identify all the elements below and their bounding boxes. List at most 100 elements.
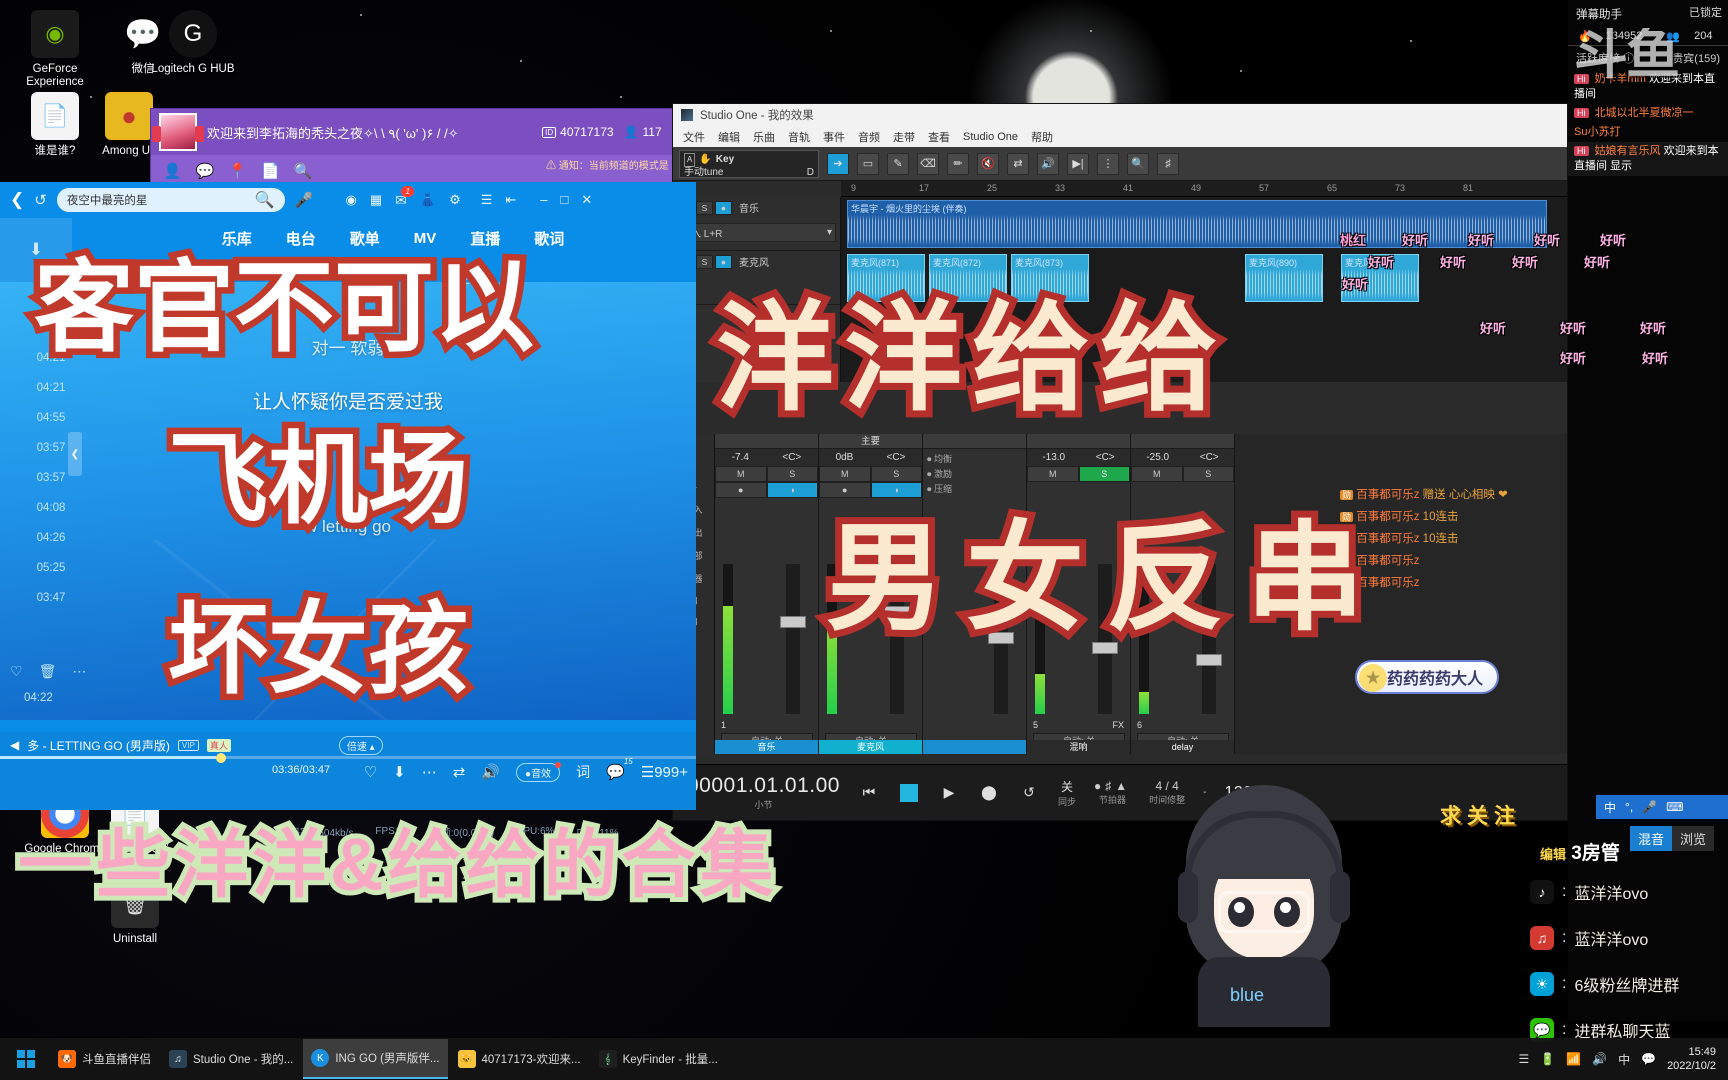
channel-solo-button[interactable]: S (1078, 466, 1130, 482)
location-icon[interactable]: 📍 (228, 162, 247, 180)
sidebar-collapse-handle[interactable]: ❮ (68, 432, 82, 476)
insert-effect-exciter[interactable]: ⏺ 激励 (927, 467, 1022, 482)
chat-icon[interactable]: 💬 (196, 162, 215, 180)
insert-effect-compressor[interactable]: ⏺ 压缩 (927, 482, 1022, 497)
range-icon[interactable]: ▭ (857, 152, 879, 175)
lock-status[interactable]: 已锁定 (1689, 4, 1722, 20)
sync-control[interactable]: 关 同步 (1058, 778, 1076, 808)
power-icon[interactable]: ⏺ (927, 469, 932, 479)
download-icon[interactable]: ⬇ (393, 763, 406, 781)
transport-position[interactable]: 00001.01.01.00 小节 (687, 774, 840, 811)
channel-level[interactable]: -13.0 (1042, 452, 1065, 463)
timeline-ruler[interactable]: 9 17 25 33 41 49 57 65 73 81 (841, 181, 1567, 197)
zoom-icon[interactable]: 🔍 (1127, 152, 1149, 175)
previous-icon[interactable]: ◀ (10, 738, 19, 752)
battery-icon[interactable]: 🔋 (1540, 1052, 1555, 1066)
track-header-music[interactable]: M S ● 音乐 输入 L+R ▾ (673, 197, 840, 251)
microphone-icon[interactable]: 🎤 (295, 191, 314, 209)
desktop-icon-logitech[interactable]: G Logitech G HUB (150, 10, 236, 76)
split-icon[interactable]: ✎ (887, 152, 909, 175)
channel-mute-button[interactable]: M (715, 466, 767, 482)
ime-mode[interactable]: 中 (1604, 799, 1616, 816)
search-icon[interactable]: 🔍 (294, 162, 313, 180)
channel-record-button[interactable]: ● (715, 482, 767, 498)
play-icon[interactable]: ▶ (938, 782, 960, 804)
paint-icon[interactable]: ✏ (947, 152, 969, 175)
taskbar-item-douyu-room[interactable]: 🐱 40717173-欢迎来... (450, 1039, 589, 1079)
search-icon[interactable]: 🔍 (255, 190, 275, 210)
menu-item-audio[interactable]: 音频 (858, 129, 880, 145)
list-icon[interactable]: ☰ (481, 192, 493, 208)
track-record-button[interactable]: ● (715, 254, 732, 269)
channel-mute-button[interactable]: M (819, 466, 871, 482)
mute-icon[interactable]: 🔇 (977, 152, 999, 175)
power-icon[interactable]: ⏺ (927, 484, 932, 494)
key-detector-panel[interactable]: A ✋ Key 手动tune D (679, 149, 819, 178)
chat-username[interactable]: 百事都可乐z (1356, 489, 1419, 501)
channel-record-button[interactable]: ● (819, 482, 871, 498)
tab-lyrics[interactable]: 歌词 (534, 228, 564, 249)
minimize-icon[interactable]: – (540, 192, 547, 208)
lyrics-button[interactable]: 词 (576, 762, 590, 782)
channel-solo-button[interactable]: S (1182, 466, 1234, 482)
more-icon[interactable]: ⋯ (72, 663, 86, 680)
heart-icon[interactable]: ♡ (10, 663, 23, 680)
chevron-down-icon[interactable]: ▾ (827, 227, 832, 238)
gear-icon[interactable]: ⚙ (449, 192, 461, 209)
channel-level[interactable]: -25.0 (1146, 452, 1169, 463)
listen-icon[interactable]: 🔊 (1037, 152, 1059, 175)
tab-mix[interactable]: 混音 (1630, 826, 1673, 851)
menu-item-event[interactable]: 事件 (823, 129, 845, 145)
streamer-avatar[interactable] (152, 113, 204, 151)
track-solo-button[interactable]: S (696, 200, 713, 215)
channel-pan[interactable]: <C> (1200, 452, 1219, 463)
taskbar-item-kugou[interactable]: K ING GO (男声版伴... (303, 1039, 448, 1079)
arrow-icon[interactable]: ➔ (827, 152, 849, 175)
record-icon[interactable]: ◉ (346, 192, 357, 209)
tab-library[interactable]: 乐库 (222, 228, 252, 249)
tab-radio[interactable]: 电台 (286, 228, 316, 249)
channel-pan[interactable]: <C> (887, 452, 906, 463)
form-icon[interactable]: 📄 (261, 162, 280, 180)
channel-solo-button[interactable]: S (766, 466, 818, 482)
shirt-icon[interactable]: 👗 (420, 192, 436, 209)
tab-browse[interactable]: 浏览 (1672, 826, 1715, 851)
trash-icon[interactable]: 🗑 (39, 663, 57, 680)
tab-mv[interactable]: MV (414, 230, 437, 247)
close-icon[interactable]: ✕ (581, 192, 592, 208)
more-icon[interactable]: ⋯ (422, 763, 437, 781)
playmode-icon[interactable]: ⇄ (453, 763, 466, 781)
track-solo-button[interactable]: S (696, 254, 713, 269)
person-icon[interactable]: 👤 (163, 162, 182, 180)
taskbar-item-keyfinder[interactable]: 𝄞 KeyFinder - 批量... (591, 1039, 726, 1079)
insert-effect-eq[interactable]: ⏺ 均衡 (927, 452, 1022, 467)
snap-icon[interactable]: ⋮ (1097, 152, 1119, 175)
menu-item-song[interactable]: 乐曲 (753, 129, 775, 145)
track-record-button[interactable]: ● (715, 200, 732, 215)
audio-clip-music[interactable]: 华晨宇 - 烟火里的尘埃 (伴奏) (847, 200, 1547, 248)
menu-item-track[interactable]: 音轨 (788, 129, 810, 145)
menu-item-studioone[interactable]: Studio One (963, 131, 1018, 143)
channel-pan[interactable]: <C> (782, 452, 801, 463)
refresh-icon[interactable]: ↺ (34, 191, 47, 209)
channel-fader[interactable] (780, 564, 806, 714)
channel-mute-button[interactable]: M (1027, 466, 1079, 482)
speed-button[interactable]: 倍速 ▴ (338, 735, 383, 755)
record-icon[interactable]: ⬤ (978, 782, 1000, 804)
draw-icon[interactable]: ♯ (1157, 152, 1179, 175)
mail-icon[interactable]: ✉ 1 (395, 185, 414, 209)
bend-icon[interactable]: ⇄ (1007, 152, 1029, 175)
desktop-icon-geforce[interactable]: ◉ GeForce Experience (12, 10, 98, 89)
player-progress-bar[interactable] (0, 752, 696, 763)
search-box[interactable]: 🔍 (56, 188, 285, 212)
eraser-icon[interactable]: ⌫ (917, 152, 939, 175)
channel-pan[interactable]: <C> (1096, 452, 1115, 463)
metronome-control[interactable]: ●♯▲ 节拍器 (1094, 779, 1131, 806)
channel-solo-button[interactable]: S (870, 466, 922, 482)
sound-effects-button[interactable]: ●音效 (516, 761, 562, 782)
volume-icon[interactable]: 🔊 (1592, 1052, 1607, 1066)
grid-icon[interactable]: ▦ (370, 192, 382, 209)
heart-icon[interactable]: ♡ (364, 763, 377, 781)
search-input[interactable] (66, 194, 249, 206)
timestretch-icon[interactable]: ▶| (1067, 152, 1089, 175)
